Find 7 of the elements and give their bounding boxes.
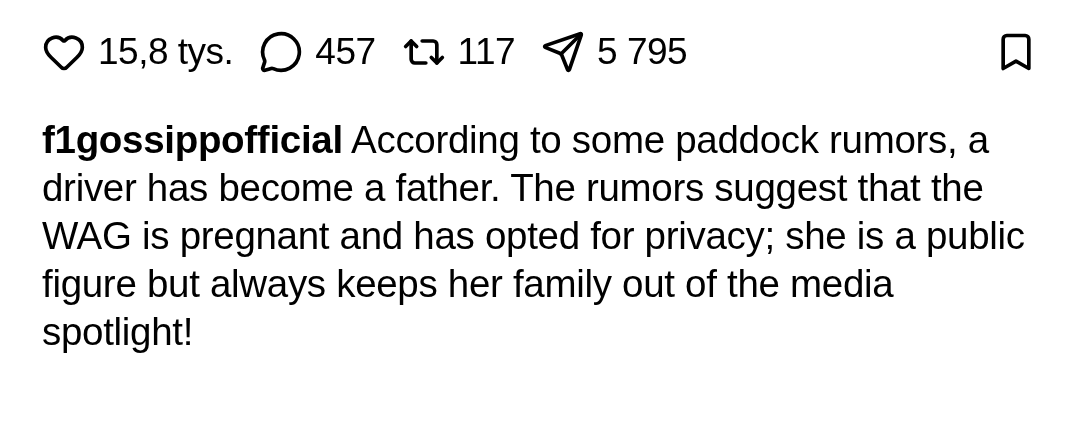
count-label: 5 795 [597, 31, 688, 73]
send-icon[interactable] [541, 30, 586, 74]
count-label: 117 [457, 31, 516, 73]
comment-icon[interactable] [259, 30, 304, 74]
count-label: 457 [315, 31, 376, 73]
post-caption: f1gossippofficial According to some paddock rumors, a driver has become a father. The rumors suggest that the WAG is pregnant and has opted for privacy; she is a public figure but always keeps her family out of the media spotlight! [42, 117, 1026, 355]
count-label: 15,8 tys. [98, 31, 234, 73]
